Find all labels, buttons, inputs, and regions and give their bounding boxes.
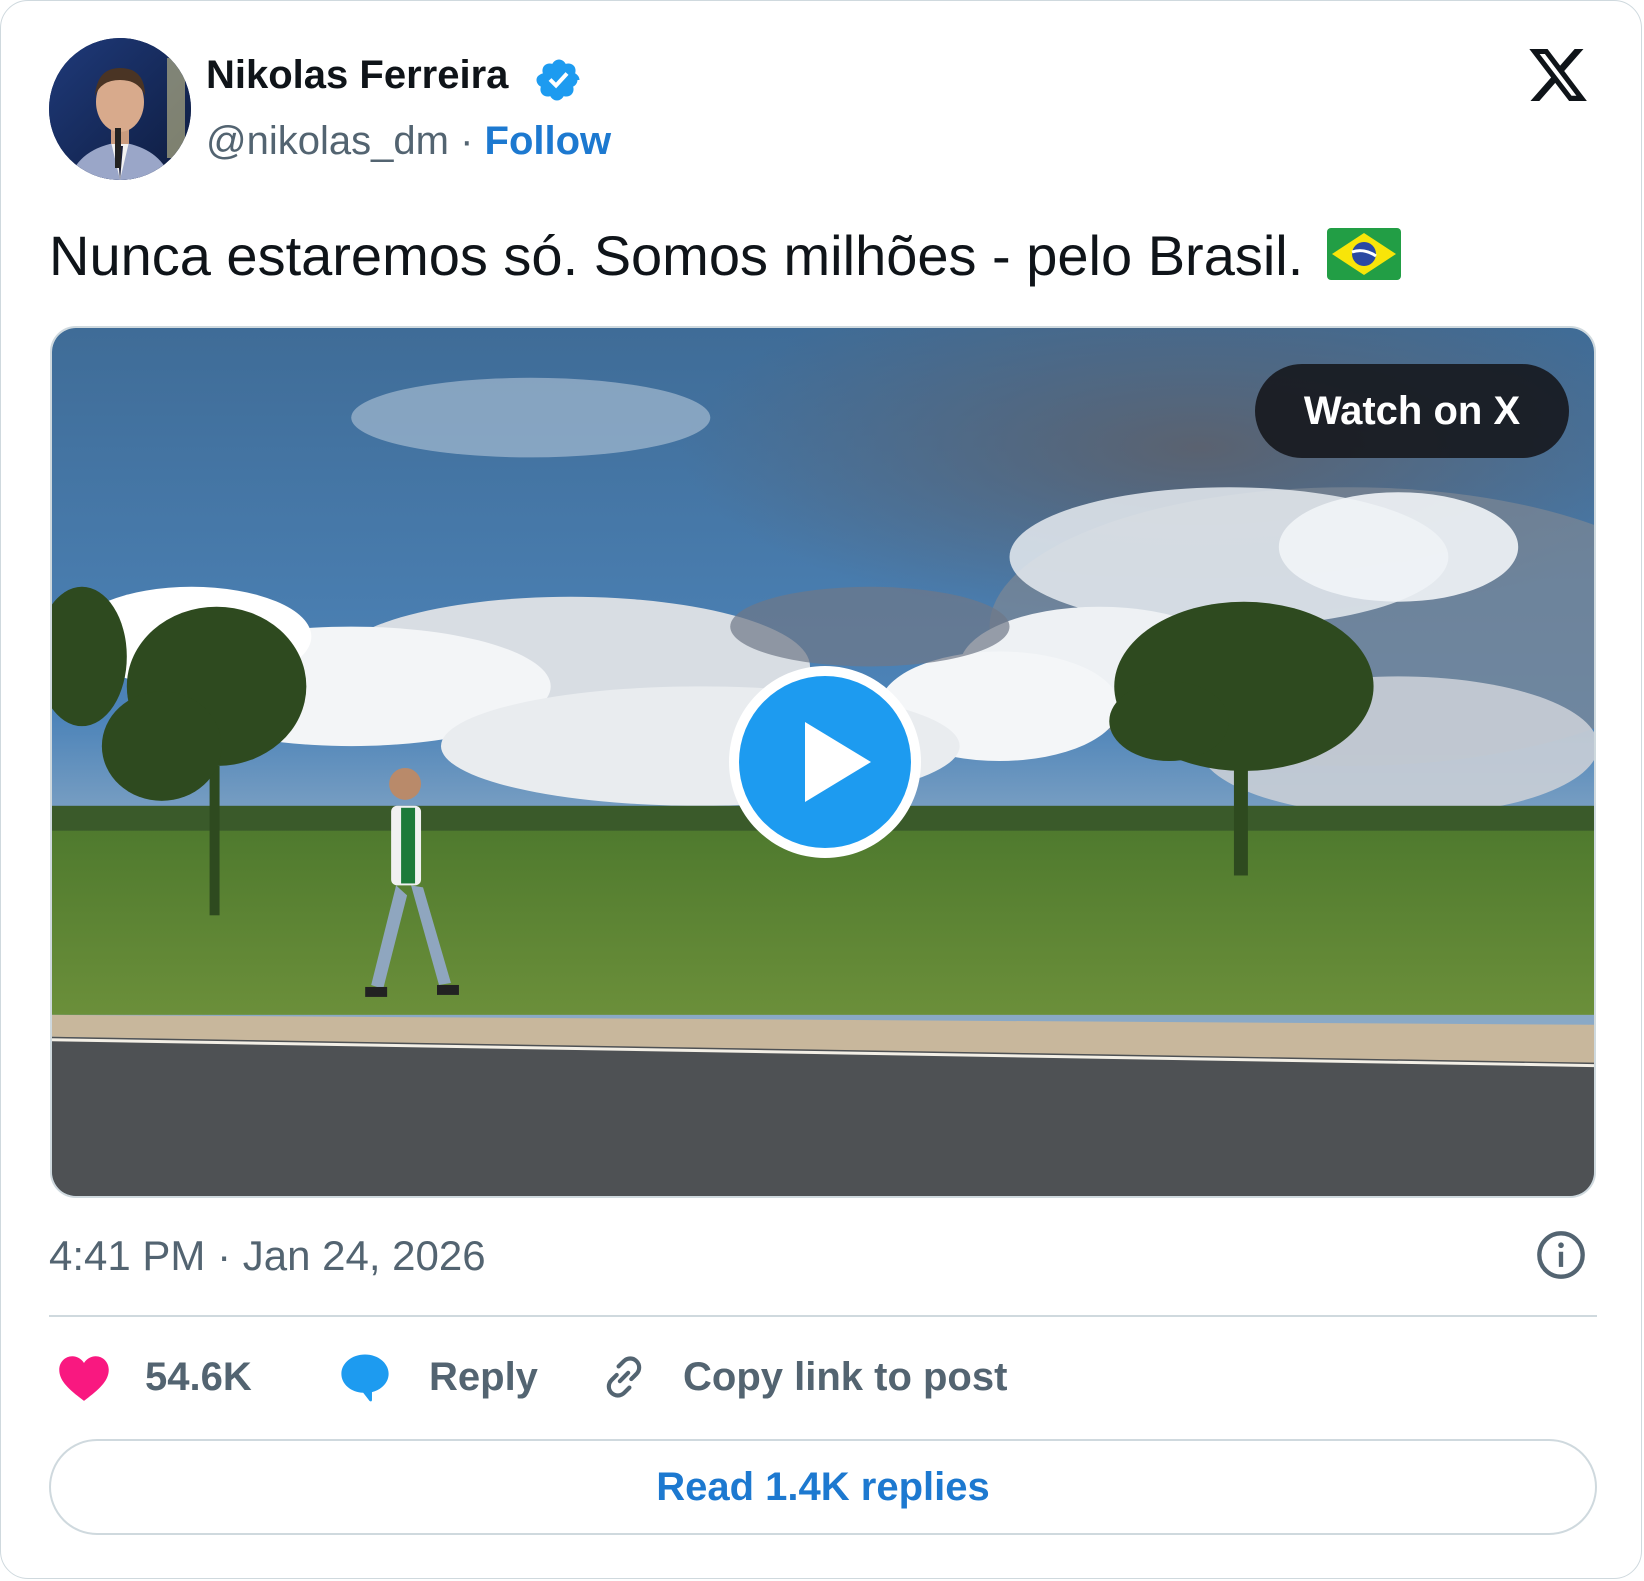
heart-icon	[59, 1356, 109, 1401]
separator: ·	[460, 119, 474, 163]
link-icon	[606, 1356, 642, 1398]
read-replies-button[interactable]: Read 1.4K replies	[49, 1439, 1597, 1535]
tweet-embed-card: Nikolas Ferreira @nikolas_dm · Follow Nu…	[0, 0, 1642, 1579]
post-text-content: Nunca estaremos só. Somos milhões - pelo…	[49, 224, 1304, 287]
avatar[interactable]	[49, 38, 191, 180]
watch-on-x-button[interactable]: Watch on X	[1255, 364, 1569, 458]
divider	[49, 1315, 1597, 1317]
post-timestamp[interactable]: 4:41 PM · Jan 24, 2026	[49, 1231, 486, 1281]
handle-row: @nikolas_dm · Follow	[206, 117, 611, 165]
video-player[interactable]: Watch on X	[50, 326, 1596, 1198]
x-logo-icon[interactable]	[1525, 43, 1591, 107]
author-handle[interactable]: @nikolas_dm	[206, 119, 449, 163]
reply-button[interactable]: Reply	[337, 1349, 538, 1405]
flag-brazil-icon	[1326, 228, 1401, 281]
info-icon[interactable]	[1535, 1229, 1587, 1281]
post-text: Nunca estaremos só. Somos milhões - pelo…	[49, 223, 1401, 289]
like-button[interactable]: 54.6K	[57, 1349, 252, 1405]
copy-link-label: Copy link to post	[683, 1355, 1008, 1399]
reply-bubble-icon	[341, 1354, 389, 1402]
like-count: 54.6K	[145, 1355, 252, 1399]
copy-link-button[interactable]: Copy link to post	[599, 1349, 1007, 1405]
author-name[interactable]: Nikolas Ferreira	[206, 51, 508, 99]
play-icon[interactable]	[725, 662, 925, 862]
reply-label: Reply	[429, 1355, 538, 1399]
follow-link[interactable]: Follow	[485, 119, 612, 163]
verified-badge-icon	[536, 59, 580, 101]
